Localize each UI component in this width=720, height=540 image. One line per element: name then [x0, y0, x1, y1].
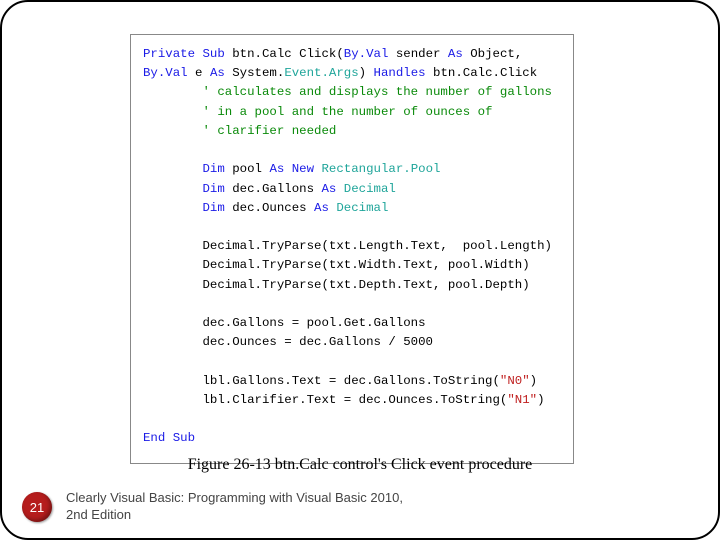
- kw-end-sub: End Sub: [143, 431, 195, 445]
- code-line: Decimal.TryParse(txt.Length.Text, pool.L…: [143, 239, 552, 253]
- kw-dim: Dim: [203, 162, 225, 176]
- string-literal: "N1": [507, 393, 537, 407]
- comment-line: ' calculates and displays the number of …: [143, 85, 552, 99]
- string-literal: "N0": [500, 374, 530, 388]
- code-text: lbl.Gallons.Text = dec.Gallons.ToString(: [143, 374, 500, 388]
- figure-caption: Figure 26-13 btn.Calc control's Click ev…: [2, 456, 718, 474]
- code-text: btn.Calc Click(: [225, 47, 344, 61]
- type-decimal: Decimal: [344, 182, 396, 196]
- kw-dim: Dim: [203, 201, 225, 215]
- page-number-badge: 21: [22, 492, 52, 522]
- code-line: Decimal.TryParse(txt.Width.Text, pool.Wi…: [143, 258, 530, 272]
- code-line: dec.Gallons = pool.Get.Gallons: [143, 316, 426, 330]
- kw-as: As: [448, 47, 463, 61]
- code-line: dec.Ounces = dec.Gallons / 5000: [143, 335, 433, 349]
- code-text: [314, 162, 321, 176]
- code-text: e: [188, 66, 210, 80]
- code-text: System.: [225, 66, 285, 80]
- code-text: ): [537, 393, 544, 407]
- code-text: pool: [225, 162, 270, 176]
- comment-line: ' in a pool and the number of ounces of: [143, 105, 492, 119]
- code-text: [336, 182, 343, 196]
- code-listing: Private Sub btn.Calc Click(By.Val sender…: [130, 34, 574, 464]
- kw-private-sub: Private Sub: [143, 47, 225, 61]
- kw-dim: Dim: [203, 182, 225, 196]
- type-decimal: Decimal: [336, 201, 388, 215]
- kw-as: As: [321, 182, 336, 196]
- kw-byval: By.Val: [344, 47, 389, 61]
- kw-byval: By.Val: [143, 66, 188, 80]
- kw-handles: Handles: [374, 66, 426, 80]
- code-line: Decimal.TryParse(txt.Depth.Text, pool.De…: [143, 278, 530, 292]
- type-eventargs: Event.Args: [284, 66, 358, 80]
- code-text: ): [359, 66, 374, 80]
- slide-footer: 21 Clearly Visual Basic: Programming wit…: [22, 490, 426, 524]
- code-text: sender: [388, 47, 448, 61]
- type-rectpool: Rectangular.Pool: [322, 162, 441, 176]
- code-text: Object,: [463, 47, 523, 61]
- comment-line: ' clarifier needed: [143, 124, 336, 138]
- indent: [143, 182, 203, 196]
- code-text: ): [530, 374, 537, 388]
- book-reference: Clearly Visual Basic: Programming with V…: [66, 490, 426, 524]
- code-text: dec.Gallons: [225, 182, 322, 196]
- code-text: btn.Calc.Click: [426, 66, 538, 80]
- kw-as: As: [314, 201, 329, 215]
- kw-as: As: [210, 66, 225, 80]
- code-text: lbl.Clarifier.Text = dec.Ounces.ToString…: [143, 393, 507, 407]
- code-text: dec.Ounces: [225, 201, 314, 215]
- slide-frame: Private Sub btn.Calc Click(By.Val sender…: [0, 0, 720, 540]
- indent: [143, 162, 203, 176]
- kw-as-new: As New: [269, 162, 314, 176]
- indent: [143, 201, 203, 215]
